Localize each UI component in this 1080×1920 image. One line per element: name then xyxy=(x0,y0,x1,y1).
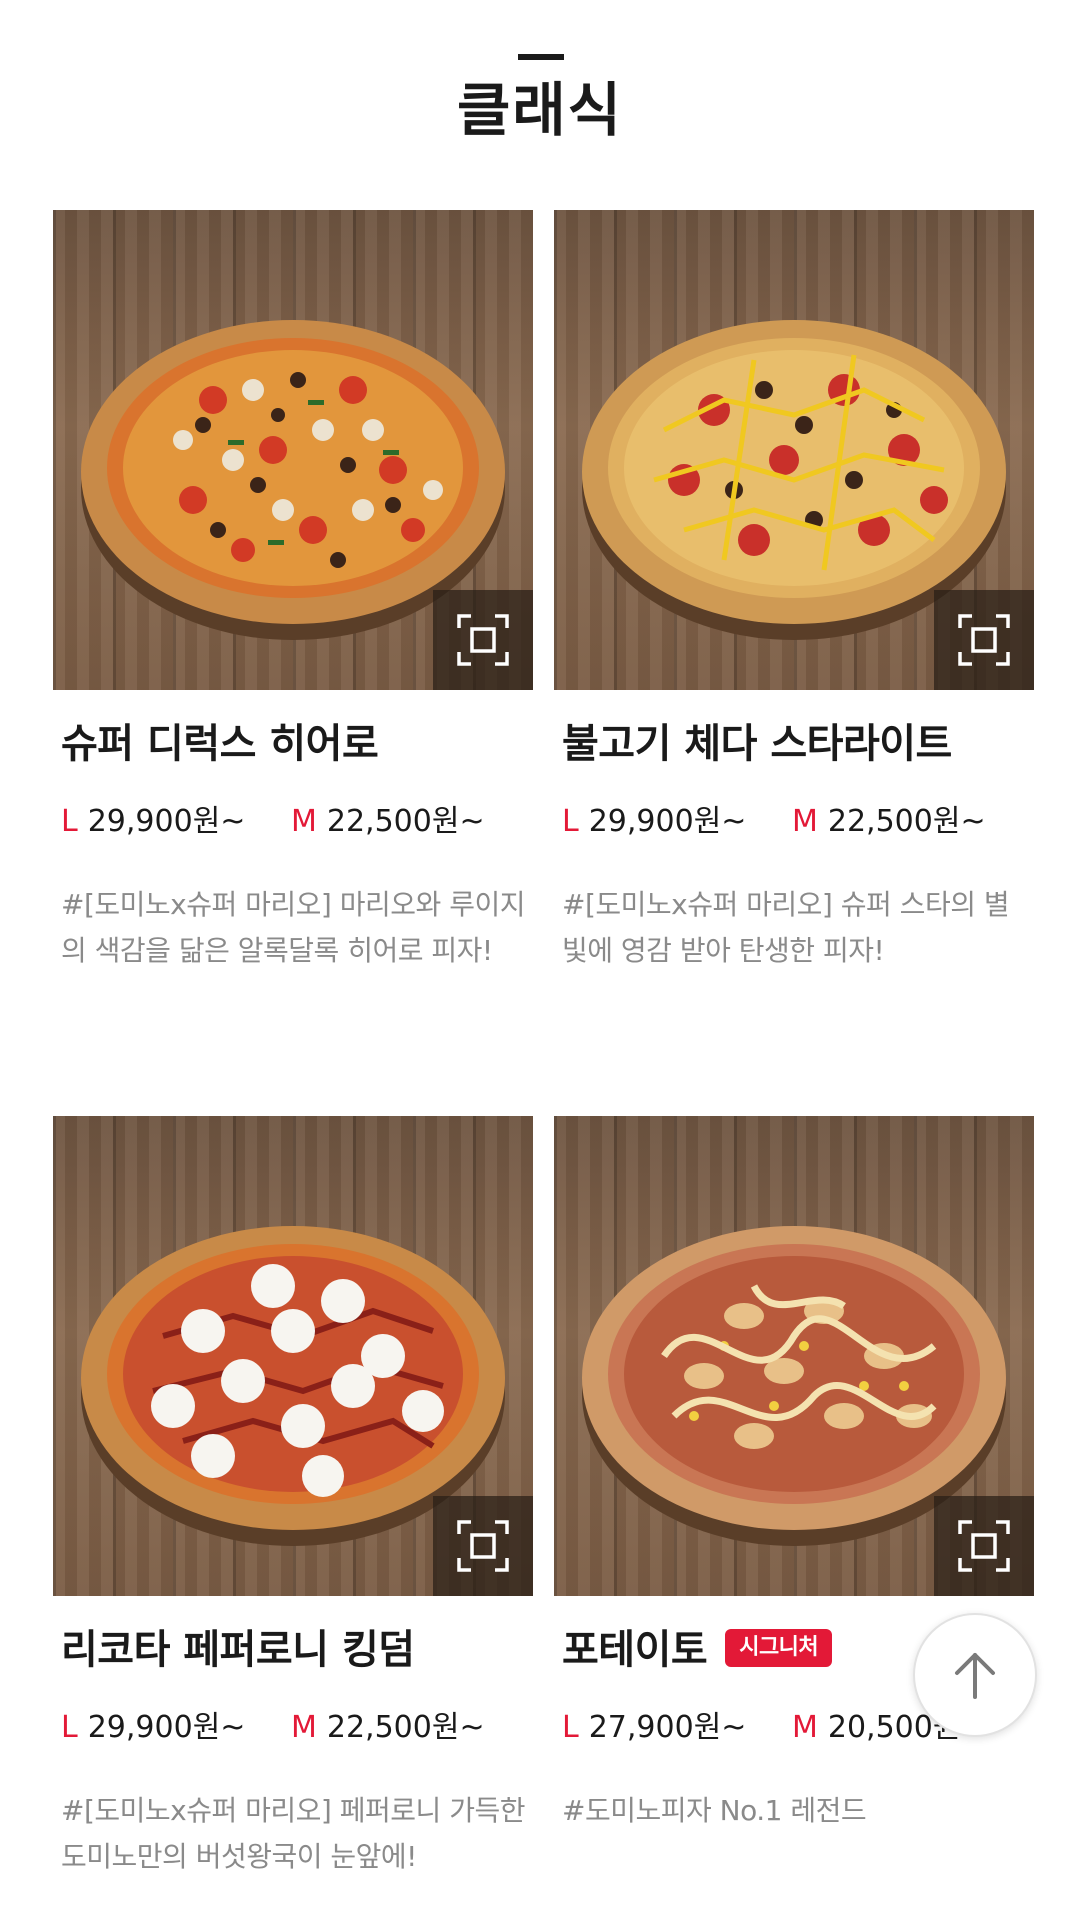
product-description: #[도미노x슈퍼 마리오] 마리오와 루이지의 색감을 닮은 알록달록 히어로 … xyxy=(61,888,525,967)
section-title: 클래식 xyxy=(456,76,624,144)
title-accent-bar xyxy=(518,54,564,60)
product-description: #[도미노x슈퍼 마리오] 페퍼로니 가득한 도미노만의 버섯왕국이 눈앞에! xyxy=(61,1794,525,1873)
expand-frame-icon xyxy=(958,614,1010,666)
price-row: L 27,900원~ M 20,500원~ xyxy=(562,1708,986,1748)
size-label-medium: M xyxy=(791,1710,818,1745)
size-label-medium: M xyxy=(791,804,818,839)
expand-frame-icon xyxy=(457,614,509,666)
zoom-button[interactable] xyxy=(934,1496,1034,1596)
product-card[interactable]: 슈퍼 디럭스 히어로 L 29,900원~ M 22,500원~ #[도미노x슈퍼 … xyxy=(53,210,533,967)
product-description: #도미노피자 No.1 레전드 xyxy=(562,1794,867,1827)
product-name[interactable]: 슈퍼 디럭스 히어로 xyxy=(61,716,379,772)
size-label-large: L xyxy=(562,1710,579,1745)
product-image[interactable] xyxy=(554,1116,1034,1596)
price-large: 27,900원~ xyxy=(588,1710,747,1745)
scroll-to-top-button[interactable] xyxy=(913,1613,1037,1737)
price-large: 29,900원~ xyxy=(87,804,246,839)
product-name[interactable]: 포테이토 시그니처 xyxy=(562,1622,833,1678)
price-medium: 22,500원~ xyxy=(326,804,485,839)
expand-frame-icon xyxy=(958,1520,1010,1572)
expand-frame-icon xyxy=(457,1520,509,1572)
size-label-large: L xyxy=(61,1710,78,1745)
product-image[interactable] xyxy=(53,210,533,690)
zoom-button[interactable] xyxy=(433,1496,533,1596)
price-row: L 29,900원~ M 22,500원~ xyxy=(61,1708,485,1748)
zoom-button[interactable] xyxy=(433,590,533,690)
zoom-button[interactable] xyxy=(934,590,1034,690)
signature-badge: 시그니처 xyxy=(725,1629,833,1667)
price-medium: 22,500원~ xyxy=(326,1710,485,1745)
product-image[interactable] xyxy=(53,1116,533,1596)
size-label-medium: M xyxy=(290,1710,317,1745)
price-large: 29,900원~ xyxy=(588,804,747,839)
section-header: 클래식 xyxy=(0,0,1080,150)
size-label-large: L xyxy=(562,804,579,839)
price-row: L 29,900원~ M 22,500원~ xyxy=(562,802,986,842)
product-card[interactable]: 포테이토 시그니처 L 27,900원~ M 20,500원~ #도미노피자 No.1… xyxy=(554,1116,1034,1827)
product-name[interactable]: 리코타 페퍼로니 킹덤 xyxy=(61,1622,415,1678)
price-large: 29,900원~ xyxy=(87,1710,246,1745)
price-medium: 22,500원~ xyxy=(827,804,986,839)
product-card[interactable]: 불고기 체다 스타라이트 L 29,900원~ M 22,500원~ #[도미노x슈… xyxy=(554,210,1034,967)
product-description: #[도미노x슈퍼 마리오] 슈퍼 스타의 별빛에 영감 받아 탄생한 피자! xyxy=(562,888,1010,967)
size-label-large: L xyxy=(61,804,78,839)
arrow-up-icon xyxy=(955,1653,995,1699)
size-label-medium: M xyxy=(290,804,317,839)
price-row: L 29,900원~ M 22,500원~ xyxy=(61,802,485,842)
product-name[interactable]: 불고기 체다 스타라이트 xyxy=(562,716,952,772)
product-card[interactable]: 리코타 페퍼로니 킹덤 L 29,900원~ M 22,500원~ #[도미노x슈퍼… xyxy=(53,1116,533,1873)
product-image[interactable] xyxy=(554,210,1034,690)
